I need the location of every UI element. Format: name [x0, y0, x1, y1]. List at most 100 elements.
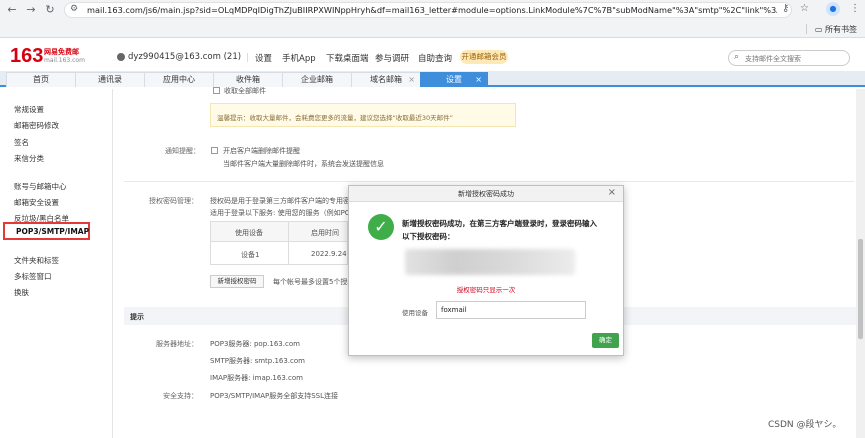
checkmark-icon: ✓ — [368, 214, 394, 240]
table-header-device: 使用设备 — [235, 229, 263, 237]
desktop-download-link[interactable]: 下载桌面端 — [326, 52, 369, 64]
table-cell-device: 设备1 — [241, 251, 260, 259]
forward-icon[interactable]: → — [24, 3, 38, 17]
folder-icon: ▭ — [814, 25, 825, 34]
url-text: mail.163.com/js6/main.jsp?sid=OLqMDPqIDi… — [87, 5, 777, 15]
server-label: 服务器地址： — [156, 340, 198, 348]
back-icon[interactable]: ← — [5, 3, 19, 17]
bookmarks-bar: ▭ 所有书签 — [0, 20, 865, 38]
confirm-button[interactable]: 确定 — [592, 333, 619, 348]
divider — [124, 181, 854, 182]
mail-header: 163 网易免费邮 mail.163.com dyz990415@163.com… — [0, 39, 865, 71]
auth-success-dialog: 新增授权密码成功 × ✓ 新增授权密码成功，在第三方客户端登录时，登录密码输入以… — [348, 185, 624, 356]
sidebar-item-skin[interactable]: 换肤 — [14, 287, 29, 298]
notify-label: 通知提醒： — [165, 147, 200, 155]
self-service-link[interactable]: 自助查询 — [418, 52, 452, 64]
site-info-icon[interactable]: ⚙ — [70, 4, 78, 14]
max-auth-note: 每个帐号最多设置5个授权 — [273, 278, 355, 286]
sidebar-item-pop3-smtp-imap[interactable]: POP3/SMTP/IMAP — [3, 222, 90, 240]
sidebar-item-general[interactable]: 常规设置 — [14, 104, 44, 115]
watermark: CSDN @段ヤシ。 — [768, 420, 842, 430]
pop3-server: POP3服务器: pop.163.com — [210, 340, 300, 348]
logo-domain: mail.163.com — [44, 57, 85, 64]
device-input[interactable] — [436, 301, 586, 319]
divider — [288, 222, 289, 264]
divider — [247, 53, 248, 62]
device-label: 使用设备 — [402, 309, 428, 317]
sidebar-item-account-center[interactable]: 账号与邮箱中心 — [14, 181, 67, 192]
sidebar-item-filters[interactable]: 来信分类 — [14, 153, 44, 164]
auth-table: 使用设备 启用时间 设备1 2022.9.24 — [210, 221, 348, 265]
auth-desc-1: 授权码是用于登录第三方邮件客户端的专用密码 — [210, 197, 357, 205]
close-icon[interactable]: × — [608, 187, 616, 198]
settings-sidebar: 常规设置 邮箱密码修改 签名 来信分类 账号与邮箱中心 邮箱安全设置 反垃圾/黑… — [0, 89, 113, 438]
close-icon[interactable]: × — [475, 73, 482, 87]
sidebar-item-security[interactable]: 邮箱安全设置 — [14, 197, 59, 208]
vip-button[interactable]: 开通邮箱会员 — [460, 50, 508, 64]
profile-avatar-icon[interactable]: ● — [826, 2, 840, 16]
dialog-header: 新增授权密码成功 × — [349, 186, 623, 202]
dialog-message: 新增授权密码成功，在第三方客户端登录时，登录密码输入以下授权密码： — [402, 219, 597, 241]
add-auth-code-button[interactable]: 新增授权密码 — [210, 275, 264, 288]
dialog-title: 新增授权密码成功 — [458, 190, 514, 198]
tab-label: 应用中心 — [163, 75, 195, 84]
table-cell-time: 2022.9.24 — [311, 250, 347, 258]
fetch-all-checkbox[interactable] — [213, 87, 220, 94]
tip-box: 温馨提示：收取大量邮件，会耗费您更多的流量，建议您选择“收取最近30天邮件” — [210, 103, 516, 127]
search-input[interactable] — [745, 53, 845, 64]
user-avatar-icon[interactable] — [117, 53, 125, 61]
reload-icon[interactable]: ↻ — [43, 3, 57, 17]
security-text: POP3/SMTP/IMAP服务全部支持SSL连接 — [210, 392, 339, 400]
tab-label: 收件箱 — [236, 75, 260, 84]
menu-kebab-icon[interactable]: ⋮ — [850, 3, 860, 14]
mail-search[interactable]: ⌕ — [728, 50, 850, 66]
tab-label: 通讯录 — [98, 75, 122, 84]
auth-code-redacted — [405, 249, 575, 275]
all-bookmarks-label: 所有书签 — [825, 25, 857, 34]
tip-section-title: 提示 — [130, 313, 144, 321]
survey-link[interactable]: 参与调研 — [375, 52, 409, 64]
user-account[interactable]: dyz990415@163.com (21) — [128, 52, 241, 62]
bookmark-star-icon[interactable]: ☆ — [800, 3, 809, 14]
security-label: 安全支持： — [163, 392, 198, 400]
tab-contacts[interactable]: 通讯录 — [75, 72, 145, 87]
show-once-warning: 授权密码只显示一次 — [456, 286, 516, 294]
smtp-server: SMTP服务器: smtp.163.com — [210, 357, 305, 365]
tab-label: 设置 — [446, 75, 462, 84]
tip-text: 温馨提示：收取大量邮件，会耗费您更多的流量，建议您选择“收取最近30天邮件” — [217, 114, 454, 122]
close-icon[interactable]: × — [408, 73, 415, 87]
tab-label: 域名邮箱 — [370, 75, 402, 84]
sidebar-item-signature[interactable]: 签名 — [14, 137, 29, 148]
notify-desc: 当邮件客户端大量删除邮件时，系统会发送提醒信息 — [223, 160, 384, 168]
auth-label: 授权密码管理： — [149, 197, 198, 205]
tab-app-center[interactable]: 应用中心 — [144, 72, 214, 87]
tab-home[interactable]: 首页 — [6, 72, 76, 87]
sidebar-item-password[interactable]: 邮箱密码修改 — [14, 120, 59, 131]
scrollbar[interactable] — [856, 89, 865, 438]
browser-chrome: ← → ↻ ⚙ mail.163.com/js6/main.jsp?sid=OL… — [0, 0, 865, 38]
logo-text: 网易免费邮 — [44, 48, 79, 56]
notify-checkbox-label: 开启客户端删除邮件提醒 — [223, 147, 300, 155]
tab-settings[interactable]: 设置 × — [420, 72, 488, 87]
tab-domain-mail[interactable]: 域名邮箱 × — [351, 72, 421, 87]
imap-server: IMAP服务器: imap.163.com — [210, 374, 303, 382]
scrollbar-thumb[interactable] — [858, 239, 863, 339]
mobile-app-link[interactable]: 手机App — [282, 52, 316, 64]
address-bar[interactable]: ⚙ mail.163.com/js6/main.jsp?sid=OLqMDPqI… — [64, 2, 792, 18]
tab-bar: 首页 通讯录 应用中心 收件箱 企业邮箱 域名邮箱 × 设置 × — [0, 71, 865, 87]
sidebar-item-multi-tab[interactable]: 多标签窗口 — [14, 271, 52, 282]
notify-checkbox[interactable] — [211, 147, 218, 154]
settings-link[interactable]: 设置 — [255, 52, 272, 64]
tab-inbox[interactable]: 收件箱 — [213, 72, 283, 87]
tab-label: 首页 — [33, 75, 49, 84]
auth-desc-2: 适用于登录以下服务: 使用您的服务（例如POP — [210, 209, 355, 217]
table-header-time: 启用时间 — [311, 229, 339, 237]
fetch-all-label: 收取全部邮件 — [224, 87, 266, 95]
tab-label: 企业邮箱 — [301, 75, 333, 84]
sidebar-item-folders[interactable]: 文件夹和标签 — [14, 255, 59, 266]
tab-enterprise-mail[interactable]: 企业邮箱 — [282, 72, 352, 87]
password-key-icon[interactable]: ⚷ — [782, 3, 789, 14]
all-bookmarks-button[interactable]: ▭ 所有书签 — [815, 24, 857, 35]
divider — [806, 24, 807, 34]
logo[interactable]: 163 — [10, 45, 43, 68]
